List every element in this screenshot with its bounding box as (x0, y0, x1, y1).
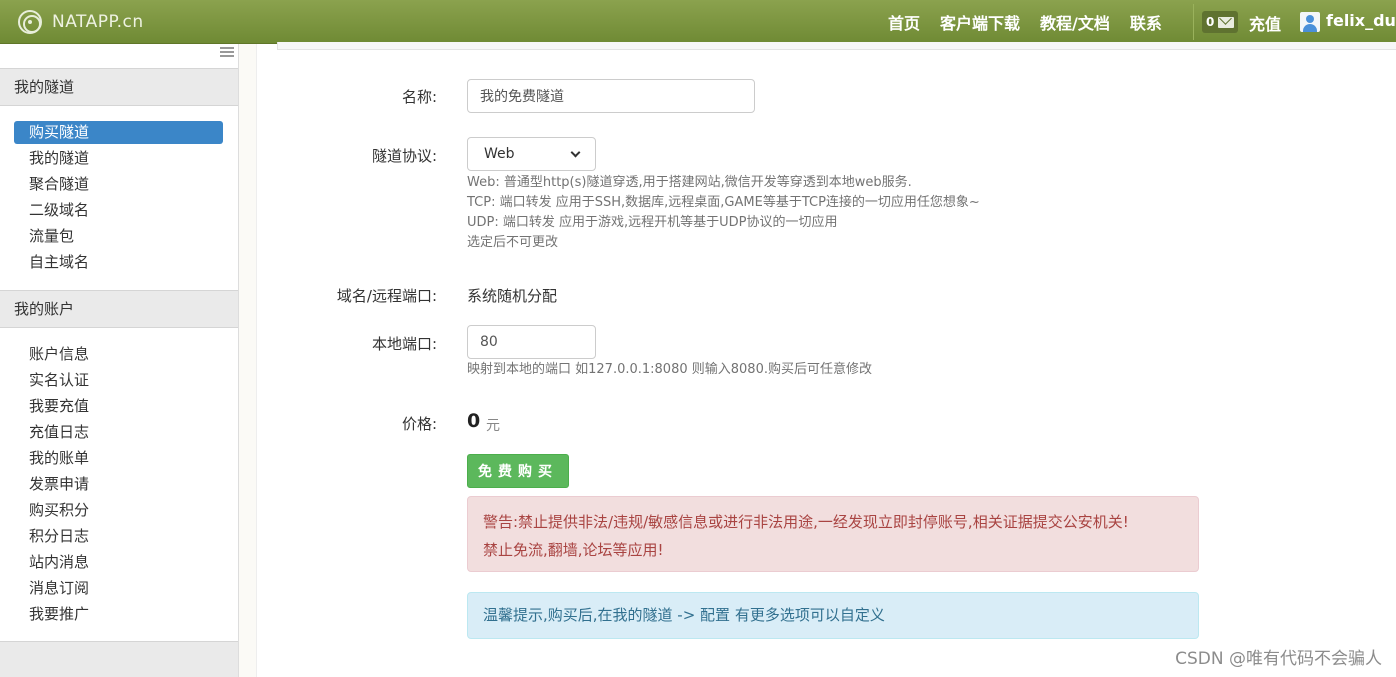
sidebar-item-custom-domain[interactable]: 自主域名 (14, 251, 223, 274)
sidebar-item-points-log[interactable]: 积分日志 (14, 525, 223, 548)
sidebar-item-subscriptions[interactable]: 消息订阅 (14, 577, 223, 600)
sidebar-item-account-info[interactable]: 账户信息 (14, 343, 223, 366)
nav-divider (1193, 4, 1194, 40)
price-value: 0 (467, 410, 481, 432)
main-content: 名称: 我的免费隧道 隧道协议: Web Web: 普通型http(s)隧道穿透… (256, 42, 1396, 677)
top-panel (277, 42, 1396, 50)
messages-button[interactable]: 0 (1202, 11, 1238, 33)
sidebar-item-invoice[interactable]: 发票申请 (14, 473, 223, 496)
brand[interactable]: NATAPP.cn (18, 8, 144, 36)
protocol-selected-value: Web (484, 146, 515, 162)
local-port-label: 本地端口: (371, 335, 437, 353)
sidebar-item-buy-points[interactable]: 购买积分 (14, 499, 223, 522)
message-count-badge: 0 (1206, 15, 1215, 29)
sidebar-item-recharge-log[interactable]: 充值日志 (14, 421, 223, 444)
sidebar-toggle-icon[interactable] (220, 47, 234, 57)
sidebar-item-my-tunnels[interactable]: 我的隧道 (14, 147, 223, 170)
warning-line-2: 禁止免流,翻墙,论坛等应用! (483, 541, 664, 559)
free-buy-button[interactable]: 免费购买 (467, 454, 569, 488)
protocol-label: 隧道协议: (371, 147, 437, 165)
info-alert: 温馨提示,购买后,在我的隧道 -> 配置 有更多选项可以自定义 (467, 592, 1199, 639)
protocol-help: Web: 普通型http(s)隧道穿透,用于搭建网站,微信开发等穿透到本地web… (467, 173, 980, 253)
protocol-help-note: 选定后不可更改 (467, 235, 559, 250)
sidebar-item-real-name[interactable]: 实名认证 (14, 369, 223, 392)
chevron-down-icon (570, 147, 581, 157)
sidebar-item-messages[interactable]: 站内消息 (14, 551, 223, 574)
protocol-help-udp: UDP: 端口转发 应用于游戏,远程开机等基于UDP协议的一切应用 (467, 215, 838, 230)
sidebar-item-aggregate-tunnels[interactable]: 聚合隧道 (14, 173, 223, 196)
brand-name: NATAPP.cn (52, 12, 144, 32)
nav-link-contact[interactable]: 联系 (1130, 10, 1162, 34)
nav-link-home[interactable]: 首页 (888, 10, 920, 34)
sidebar-section-account: 我的账户 (0, 290, 238, 328)
local-port-help: 映射到本地的端口 如127.0.0.1:8080 则输入8080.购买后可任意修… (467, 362, 872, 377)
warning-line-1: 警告:禁止提供非法/违规/敏感信息或进行非法用途,一经发现立即封停账号,相关证据… (483, 513, 1129, 531)
nav-link-docs[interactable]: 教程/文档 (1040, 10, 1110, 34)
domain-value: 系统随机分配 (467, 287, 558, 305)
nav-recharge-link[interactable]: 充值 (1249, 11, 1281, 35)
sidebar-item-my-bill[interactable]: 我的账单 (14, 447, 223, 470)
nav-link-client-download[interactable]: 客户端下载 (940, 10, 1020, 34)
warning-alert: 警告:禁止提供非法/违规/敏感信息或进行非法用途,一经发现立即封停账号,相关证据… (467, 496, 1199, 572)
username-menu[interactable]: felix_du (1326, 11, 1396, 30)
name-input[interactable]: 我的免费隧道 (467, 79, 755, 113)
domain-label: 域名/远程端口: (336, 287, 437, 305)
price-unit: 元 (486, 418, 500, 434)
protocol-help-web: Web: 普通型http(s)隧道穿透,用于搭建网站,微信开发等穿透到本地web… (467, 175, 912, 190)
csdn-watermark: CSDN @唯有代码不会骗人 (1175, 649, 1382, 669)
mail-icon (1218, 16, 1235, 28)
sidebar-item-buy-tunnel[interactable]: 购买隧道 (14, 121, 223, 144)
price-label: 价格: (401, 415, 437, 433)
protocol-select[interactable]: Web (467, 137, 596, 171)
nav-links: 首页 客户端下载 教程/文档 联系 (888, 0, 1182, 44)
sidebar-section-tunnels: 我的隧道 (0, 68, 238, 106)
local-port-input[interactable]: 80 (467, 325, 596, 359)
sidebar: 我的隧道 购买隧道 我的隧道 聚合隧道 二级域名 流量包 自主域名 我的账户 账… (0, 44, 239, 677)
sidebar-footer (0, 641, 238, 677)
sidebar-item-referral[interactable]: 我要推广 (14, 603, 223, 626)
sidebar-item-traffic-pack[interactable]: 流量包 (14, 225, 223, 248)
name-label: 名称: (401, 88, 437, 106)
protocol-help-tcp: TCP: 端口转发 应用于SSH,数据库,远程桌面,GAME等基于TCP连接的一… (467, 195, 980, 210)
sidebar-item-subdomain[interactable]: 二级域名 (14, 199, 223, 222)
sidebar-item-recharge[interactable]: 我要充值 (14, 395, 223, 418)
user-avatar-icon[interactable] (1300, 12, 1320, 32)
top-navbar: NATAPP.cn 首页 客户端下载 教程/文档 联系 0 充值 felix_d… (0, 0, 1396, 44)
natapp-logo-icon (18, 10, 42, 34)
